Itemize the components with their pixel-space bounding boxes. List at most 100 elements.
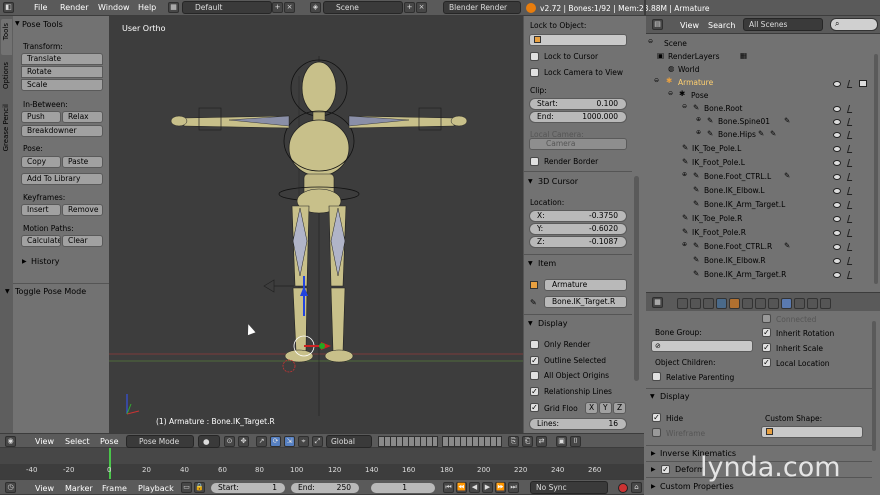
sync-dropdown[interactable]: No Sync: [530, 481, 608, 494]
bone-expander-icon[interactable]: ⊕: [696, 116, 701, 123]
axis-y-toggle[interactable]: Y: [599, 402, 612, 414]
breakdowner-button[interactable]: Breakdowner: [21, 125, 103, 137]
pose-paste-icon[interactable]: ⎗: [522, 436, 533, 447]
outliner-search-menu[interactable]: Search: [708, 21, 735, 30]
render-engine-dropdown[interactable]: Blender Render: [443, 1, 521, 14]
outliner-type-icon[interactable]: ▤: [652, 19, 663, 30]
copy-button[interactable]: Copy: [21, 156, 61, 168]
grid-lines-field[interactable]: Lines: 16: [529, 418, 627, 430]
armature-figure[interactable]: [109, 16, 523, 433]
lock-range-icon[interactable]: 🔒: [194, 482, 205, 493]
texture-tab-icon[interactable]: [820, 298, 831, 309]
clip-start-field[interactable]: Start: 0.100: [529, 98, 627, 110]
visibility-eye-icon[interactable]: [833, 146, 841, 152]
scene-icon[interactable]: ◈: [310, 2, 321, 13]
bone-constraints-tab-icon[interactable]: [794, 298, 805, 309]
local-camera-field[interactable]: Camera: [529, 138, 627, 150]
bone-expander-icon[interactable]: ⊕: [682, 171, 687, 178]
inherit-rotation-checkbox[interactable]: ✓: [762, 328, 771, 337]
visibility-eye-icon[interactable]: [833, 81, 841, 87]
pose-flip-icon[interactable]: ⇄: [536, 436, 547, 447]
scene-expander-icon[interactable]: ⊖: [648, 38, 653, 45]
visibility-eye-icon[interactable]: [833, 258, 841, 264]
mode-dropdown[interactable]: Pose Mode: [126, 435, 194, 448]
preview-range-icon[interactable]: ▭: [181, 482, 192, 493]
record-icon[interactable]: [618, 483, 628, 493]
scene-dropdown[interactable]: Scene: [323, 1, 403, 14]
scene-close-icon[interactable]: ×: [416, 2, 427, 13]
constraint-axis-icon[interactable]: ⌖: [298, 436, 309, 447]
proportional-icon[interactable]: ⤢: [312, 436, 323, 447]
panel-scrollbar[interactable]: [634, 176, 639, 381]
calculate-button[interactable]: Calculate: [21, 235, 61, 247]
relative-parenting-checkbox[interactable]: [652, 372, 661, 381]
outliner-row-renderlayers[interactable]: ▣ RenderLayers ▦: [646, 50, 872, 63]
properties-scrollbar[interactable]: [872, 321, 876, 451]
wireframe-checkbox[interactable]: [652, 428, 661, 437]
armature-expander-icon[interactable]: ⊖: [654, 77, 659, 84]
render-border-checkbox[interactable]: [530, 157, 539, 166]
axis-x-toggle[interactable]: X: [585, 402, 598, 414]
frame-start-field[interactable]: Start: 1: [210, 482, 286, 494]
layout-close-icon[interactable]: ×: [284, 2, 295, 13]
bone-expander-icon[interactable]: ⊖: [682, 103, 687, 110]
layout-icon[interactable]: ▦: [168, 2, 179, 13]
visibility-eye-icon[interactable]: [833, 106, 841, 112]
render-tab-icon[interactable]: [677, 298, 688, 309]
orientation-dropdown[interactable]: Global: [326, 435, 372, 448]
scale-manipulator-icon[interactable]: ⇲: [284, 436, 295, 447]
outliner-row-scene[interactable]: ⊖ Scene: [646, 37, 872, 50]
current-frame-field[interactable]: 1: [370, 482, 436, 494]
3d-cursor-header[interactable]: 3D Cursor: [538, 177, 578, 186]
jump-end-icon[interactable]: ⏭: [508, 482, 519, 493]
tab-tools[interactable]: Tools: [1, 19, 12, 55]
outline-selected-checkbox[interactable]: ✓: [530, 356, 539, 365]
menu-file[interactable]: File: [34, 3, 47, 12]
bone-expander-icon[interactable]: ⊕: [682, 241, 687, 248]
add-to-library-button[interactable]: Add To Library: [21, 173, 103, 185]
display-header[interactable]: Display: [538, 319, 568, 328]
constraints-tab-icon[interactable]: [742, 298, 753, 309]
timeline-type-icon[interactable]: ◷: [5, 482, 16, 493]
world-tab-icon[interactable]: [716, 298, 727, 309]
visibility-eye-icon[interactable]: [833, 160, 841, 166]
layer-grid-2[interactable]: [442, 436, 502, 447]
history-panel-header[interactable]: History: [31, 257, 59, 266]
custom-properties-header[interactable]: Custom Properties: [660, 482, 734, 491]
tab-grease-pencil[interactable]: Grease Pencil: [1, 102, 12, 166]
visibility-eye-icon[interactable]: [833, 119, 841, 125]
item-name-field[interactable]: Armature: [544, 279, 627, 291]
viewport-view-menu[interactable]: View: [35, 437, 54, 446]
pose-tools-title[interactable]: Pose Tools: [22, 20, 63, 29]
keying-set-icon[interactable]: ⌂: [631, 482, 642, 493]
editor-type-icon[interactable]: ◧: [3, 2, 14, 13]
grid-floor-checkbox[interactable]: ✓: [530, 403, 539, 412]
lock-object-field[interactable]: [529, 34, 627, 46]
outliner-row-pose[interactable]: ⊖ ✱ Pose: [646, 89, 872, 102]
manipulator-icon[interactable]: ✥: [238, 436, 249, 447]
layer-grid[interactable]: [378, 436, 438, 447]
render-preview-icon[interactable]: ▣: [556, 436, 567, 447]
outliner-scrollbar[interactable]: [874, 54, 878, 284]
paste-button[interactable]: Paste: [62, 156, 103, 168]
lock-cursor-checkbox[interactable]: [530, 52, 539, 61]
translate-manipulator-icon[interactable]: ↗: [256, 436, 267, 447]
rotate-manipulator-icon[interactable]: ⟳: [270, 436, 281, 447]
visibility-eye-icon[interactable]: [833, 202, 841, 208]
viewport[interactable]: User Ortho (1) Armature: Bone.IK_Target…: [109, 16, 523, 433]
object-tab-icon[interactable]: [729, 298, 740, 309]
timeline-area[interactable]: [0, 448, 644, 479]
cursor-x-field[interactable]: X: -0.3750: [529, 210, 627, 222]
pivot-icon[interactable]: ⊙: [224, 436, 235, 447]
remove-button[interactable]: Remove: [62, 204, 103, 216]
menu-render[interactable]: Render: [60, 3, 88, 12]
visibility-eye-icon[interactable]: [833, 174, 841, 180]
play-icon[interactable]: ▶: [482, 482, 493, 493]
deform-checkbox[interactable]: ✓: [661, 465, 670, 474]
scene-add-icon[interactable]: +: [404, 2, 415, 13]
viewport-pose-menu[interactable]: Pose: [100, 437, 119, 446]
bone-name-field[interactable]: Bone.IK_Target.R: [544, 296, 627, 308]
lock-camera-checkbox[interactable]: [530, 68, 539, 77]
custom-shape-field[interactable]: [761, 426, 863, 438]
cursor-z-field[interactable]: Z: -0.1087: [529, 236, 627, 248]
